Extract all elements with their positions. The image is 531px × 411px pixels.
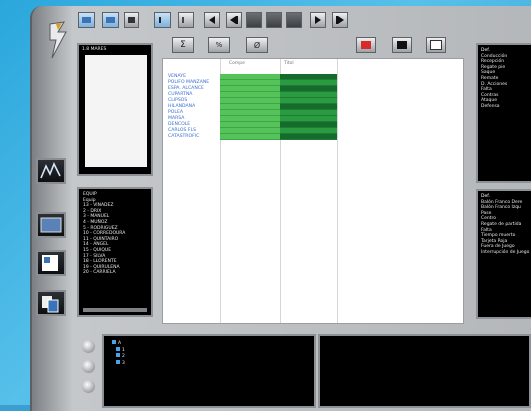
preview-panel — [318, 334, 531, 408]
prev-start-button[interactable] — [204, 12, 220, 28]
radio-button-2[interactable] — [82, 360, 95, 373]
event-list-panel: Def. Balón Franco Dere Balón Franco Izqu… — [476, 189, 531, 319]
folder-icon — [116, 346, 120, 351]
shirt-white-icon[interactable] — [426, 37, 446, 53]
next-button[interactable] — [332, 12, 348, 28]
folder-icon — [112, 340, 116, 344]
grid-cell[interactable] — [220, 134, 280, 140]
action-list-panel: Def. Conducción Recepción Regate pie Saq… — [476, 43, 531, 183]
grid-header: Titol — [284, 61, 294, 66]
grid-row-label[interactable]: DENCOLE — [168, 122, 190, 127]
toolbar-button-5[interactable] — [178, 12, 194, 28]
tree-item[interactable]: A — [112, 340, 306, 347]
prev-button[interactable] — [226, 12, 242, 28]
grid-row-label[interactable]: CLIPSOS — [168, 98, 187, 103]
player-list-panel: EQUIP Equip 13 - VINADEZ 2 - DRIX 3 - MA… — [77, 187, 153, 317]
grid-row-label[interactable]: POLEA — [168, 110, 183, 115]
grid-row-label[interactable]: CUPARTNA — [168, 92, 192, 97]
left-top-canvas — [85, 55, 147, 167]
grid-row-label[interactable]: HILANDANA — [168, 104, 195, 109]
grid-header: Compe — [229, 61, 245, 66]
empty-set-button[interactable]: Ø — [246, 37, 268, 53]
percent-button[interactable]: % — [208, 37, 230, 53]
grid-row-label[interactable]: VENAYE — [168, 74, 186, 79]
grid-row-label[interactable]: MARSA — [168, 116, 184, 121]
cursor-button[interactable] — [154, 12, 171, 28]
radio-button-3[interactable] — [82, 380, 95, 393]
sigma-button[interactable]: Σ — [172, 37, 194, 53]
grid-row-label[interactable]: ESPA. ALCANCE — [168, 86, 204, 91]
team-red-icon[interactable] — [356, 37, 376, 53]
list-item[interactable]: Interrupción de Juego — [481, 250, 531, 256]
grid-row-label[interactable]: CATASTROFIC — [168, 134, 199, 139]
tree-item[interactable]: 3 — [112, 359, 306, 367]
grid-col-divider — [337, 59, 338, 323]
tree-panel: A 1 2 3 — [102, 334, 316, 408]
tree-item[interactable]: 1 — [112, 346, 306, 354]
list-item[interactable]: 20 - CARRIELA — [79, 270, 151, 276]
toolbar-button-9[interactable] — [266, 12, 282, 28]
toolbar-button-1[interactable] — [78, 12, 95, 28]
video-tool-icon[interactable] — [36, 250, 66, 276]
grid-row-label[interactable]: CARLOS FLS — [168, 128, 196, 133]
graph-tool-icon[interactable] — [36, 158, 66, 184]
toolbar-button-3[interactable] — [124, 12, 139, 28]
field-tool-icon[interactable] — [36, 212, 66, 238]
left-top-title: 1.8 MARES — [82, 47, 107, 52]
shirt-black-icon[interactable] — [392, 37, 412, 53]
app-logo-icon — [49, 21, 67, 59]
toolbar-button-10[interactable] — [286, 12, 302, 28]
grid-row-label[interactable]: POLIFO MANZANE — [168, 80, 209, 85]
tree-item[interactable]: 2 — [112, 353, 306, 360]
folder-icon — [116, 359, 120, 364]
left-top-panel: 1.8 MARES — [77, 43, 153, 176]
list-item[interactable]: Defensa — [481, 104, 531, 110]
player-list-scrollbar[interactable] — [83, 308, 147, 312]
toolbar-button-2[interactable] — [102, 12, 119, 28]
grid-cell[interactable] — [280, 134, 337, 140]
folder-icon — [116, 353, 120, 358]
toolbar-button-8[interactable] — [246, 12, 262, 28]
export-tool-icon[interactable] — [36, 290, 66, 316]
stats-grid: Compe Titol VENAYE POLIFO MANZANE ESPA. … — [162, 58, 464, 324]
play-button[interactable] — [310, 12, 326, 28]
radio-button-1[interactable] — [82, 340, 95, 353]
